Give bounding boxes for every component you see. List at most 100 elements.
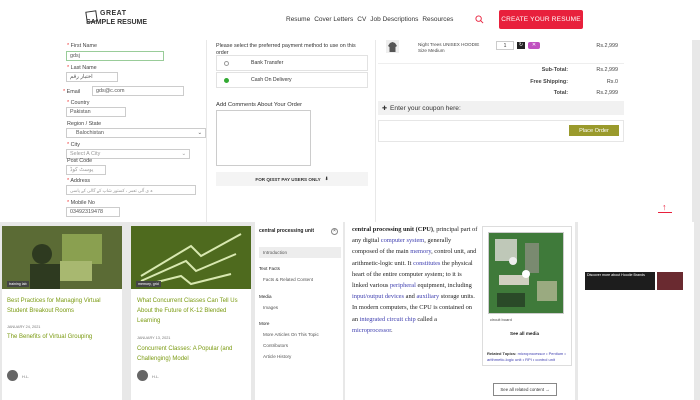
ticket-icon: ✚ — [382, 105, 388, 112]
link-ic[interactable]: integrated circuit chip — [360, 316, 416, 323]
site-header: GREAT SAMPLE RESUME Resume Cover Letters… — [0, 0, 700, 40]
sidebar-heading-media: Media — [259, 294, 272, 299]
link-memory[interactable]: memory — [410, 248, 431, 255]
article-paragraph: central processing unit (CPU), principal… — [352, 224, 478, 336]
logo-line-2: SAMPLE RESUME — [86, 19, 148, 26]
card-2-date: JANUARY 13, 2021 — [137, 336, 171, 340]
radio-cash-on-delivery[interactable] — [224, 77, 229, 83]
card-2-author: H.L. — [152, 374, 160, 379]
close-icon[interactable]: × — [331, 228, 338, 235]
sidebar-item-introduction-label: Introduction — [263, 250, 288, 255]
sidebar-heading-text-facts: Text Facts — [259, 266, 280, 271]
text: equipment, including — [415, 282, 472, 290]
card-2-title[interactable]: What Concurrent Classes Can Tell Us Abou… — [137, 296, 247, 326]
card-2-tag[interactable]: memory, grid — [136, 281, 161, 287]
post-code-label: Post Code — [67, 158, 93, 164]
place-order-button[interactable]: Place Order — [569, 125, 619, 136]
product-size: Size Medium — [418, 48, 445, 53]
image-caption: circuit board — [490, 317, 512, 322]
product-thumbnail — [386, 40, 399, 53]
payment-option-cod[interactable]: Cash On Delivery — [216, 72, 368, 88]
comments-textarea[interactable] — [216, 110, 311, 166]
sidebar-heading-more: More — [259, 321, 270, 326]
first-name-input[interactable]: gdsj — [66, 51, 164, 61]
nav-job-descriptions[interactable]: Job Descriptions — [370, 16, 418, 26]
city-value: Select A City — [70, 151, 101, 157]
sidebar-item-history[interactable]: Article History — [263, 354, 291, 359]
link-computer[interactable]: computer system — [381, 237, 424, 244]
remove-item-icon[interactable]: ✕ — [528, 42, 540, 49]
card-1-subtitle[interactable]: The Benefits of Virtual Grouping — [7, 332, 117, 342]
mobile-input[interactable]: 03492319478 — [66, 207, 120, 217]
card-1-author: H.L. — [22, 374, 30, 379]
country-label: * Country — [67, 100, 90, 106]
subtotal-label: Sub-Total: — [541, 67, 568, 73]
zoom-icon[interactable] — [522, 270, 530, 278]
coupon-toggle[interactable]: ✚ Enter your coupon here: — [378, 101, 624, 115]
total-value: Rs.2,999 — [596, 90, 618, 96]
region-label: Region / State — [67, 121, 102, 127]
nav-resources[interactable]: Resources — [422, 16, 453, 26]
shipping-label: Free Shipping: — [530, 79, 568, 85]
hoodie-icon — [388, 42, 397, 52]
last-name-label: * Last Name — [67, 65, 97, 71]
sidebar-item-contributors[interactable]: Contributors — [263, 343, 288, 348]
ad-banner[interactable]: Discover more about Hoodie Brands — [585, 272, 655, 290]
scroll-top-underline — [658, 212, 672, 213]
email-label: * Email — [63, 89, 81, 95]
link-microprocessor[interactable]: microprocessor — [352, 327, 391, 334]
text: and — [404, 293, 417, 301]
qisst-pay-banner[interactable]: FOR QISST PAY USERS ONLY ⬇ — [216, 172, 368, 186]
related-topics: Related Topics: microprocessor • Pentium… — [487, 351, 569, 362]
region-select[interactable]: Balochistan ⌄ — [66, 128, 206, 138]
country-input[interactable]: Pakistan — [66, 107, 126, 117]
nav-cover-letters[interactable]: Cover Letters — [314, 16, 353, 26]
payment-option-bank[interactable]: Bank Transfer — [216, 55, 368, 71]
scroll-top-icon[interactable]: ↑ — [662, 203, 667, 212]
related-topics-label: Related Topics: — [487, 351, 517, 356]
qisst-promo-text: FOR QISST PAY USERS ONLY — [255, 176, 321, 182]
nav-cv[interactable]: CV — [357, 16, 366, 26]
card-2-subtitle[interactable]: Concurrent Classes: A Popular (and Chall… — [137, 344, 247, 364]
logo-line-1: GREAT — [100, 10, 127, 17]
chevron-down-icon: ⌄ — [181, 151, 186, 157]
chevron-down-icon: ⌄ — [197, 130, 202, 136]
address-label: * Address — [67, 178, 91, 184]
sidebar-item-facts[interactable]: Facts & Related Content — [263, 277, 313, 282]
card-1-title[interactable]: Best Practices for Managing Virtual Stud… — [7, 296, 117, 316]
last-name-input[interactable]: اختبار رقم — [66, 72, 118, 82]
link-peripheral[interactable]: peripheral — [390, 282, 416, 289]
see-all-media-link[interactable]: See all media — [510, 331, 539, 336]
coupon-text: Enter your coupon here: — [390, 104, 461, 112]
sidebar-title: central processing unit — [259, 228, 315, 234]
card-1-tag[interactable]: training lab — [7, 281, 29, 287]
ad-image[interactable] — [657, 272, 683, 290]
refresh-icon[interactable]: ↻ — [517, 42, 525, 49]
product-info: Night Trees UNISEX HOODIE Size Medium — [418, 42, 488, 54]
create-resume-button[interactable]: CREATE YOUR RESUME — [499, 10, 583, 29]
total-label: Total: — [553, 90, 568, 96]
arrows-chalkboard-image — [131, 226, 251, 289]
address-input[interactable]: ہ ی آلی تعمر ، کستور شاپ کے گالی کے پاسی — [66, 185, 196, 195]
quantity-input[interactable]: 1 — [496, 41, 514, 50]
nav-resume[interactable]: Resume — [286, 16, 310, 26]
comments-label: Add Comments About Your Order — [216, 102, 303, 108]
post-code-input[interactable]: پوسٹ کوڈ — [66, 165, 106, 175]
link-auxiliary[interactable]: auxiliary — [416, 293, 439, 300]
article-card-1-image — [2, 226, 122, 289]
link-io[interactable]: input/output devices — [352, 293, 404, 300]
see-related-content-button[interactable]: See all related content → — [493, 383, 557, 396]
sidebar-item-images[interactable]: Images — [263, 305, 278, 310]
divider — [378, 63, 624, 64]
radio-bank-transfer[interactable] — [224, 60, 229, 66]
sidebar-item-more-articles[interactable]: More Articles On This Topic — [263, 332, 319, 337]
search-icon[interactable] — [475, 15, 484, 24]
link-constitutes[interactable]: constitutes — [413, 260, 440, 267]
site-logo[interactable]: GREAT SAMPLE RESUME — [85, 10, 166, 28]
first-name-label: * First Name — [67, 43, 97, 49]
article-card-2-image — [131, 226, 251, 289]
ad-text: Discover more about Hoodie Brands — [587, 273, 645, 277]
email-input[interactable]: gds@c.com — [92, 86, 184, 96]
region-value: Balochistan — [76, 130, 104, 136]
shipping-value: Rs.0 — [606, 79, 618, 85]
